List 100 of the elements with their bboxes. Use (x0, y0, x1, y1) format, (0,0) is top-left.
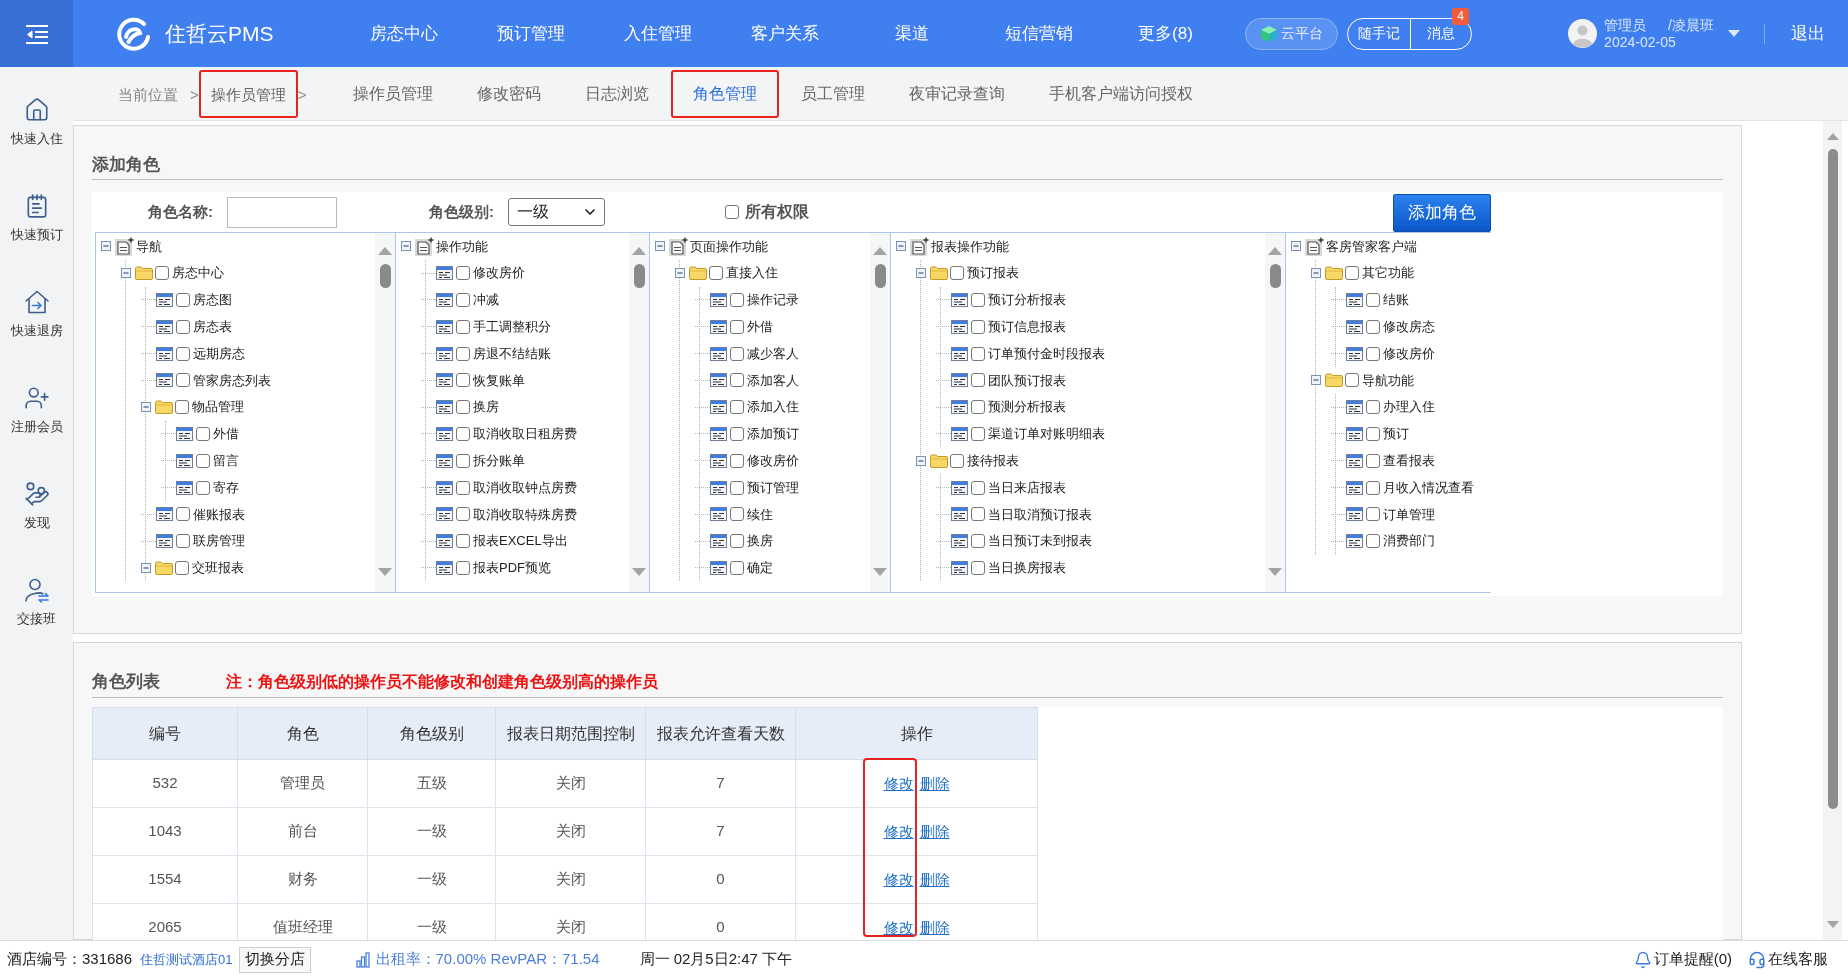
minus-box-icon[interactable] (1311, 375, 1321, 386)
checkbox[interactable] (1345, 373, 1359, 388)
tab[interactable]: 操作员管理 (330, 69, 455, 118)
checkbox[interactable] (176, 319, 190, 334)
scroll-up-arrow-icon[interactable] (873, 247, 887, 255)
checkbox[interactable] (1366, 534, 1380, 549)
checkbox[interactable] (1366, 480, 1380, 495)
tab[interactable]: 夜审记录查询 (886, 69, 1027, 118)
page-scrollbar[interactable] (1823, 121, 1842, 940)
checkbox[interactable] (730, 373, 744, 388)
breadcrumb-item[interactable]: 操作员管理 (198, 69, 298, 118)
checkbox[interactable] (1366, 346, 1380, 361)
minus-box-icon[interactable] (675, 268, 685, 279)
action-link[interactable]: 修改 (883, 772, 914, 795)
tab[interactable]: 手机客户端访问授权 (1026, 69, 1215, 118)
checkbox[interactable] (176, 534, 190, 549)
sidebar-item[interactable]: 快速预订 (0, 171, 73, 267)
logout-button[interactable]: 退出 (1791, 20, 1825, 47)
scroll-up-arrow-icon[interactable] (378, 247, 392, 255)
checkbox[interactable] (196, 426, 210, 441)
checkbox[interactable] (709, 266, 723, 281)
checkbox[interactable] (1366, 319, 1380, 334)
action-link[interactable]: 删除 (919, 868, 950, 891)
nav-item[interactable]: 客户关系 (721, 0, 848, 67)
action-link[interactable]: 删除 (919, 916, 950, 939)
checkbox[interactable] (175, 400, 189, 415)
level-select[interactable]: 一级 (508, 198, 605, 226)
checkbox[interactable] (730, 507, 744, 522)
checkbox[interactable] (1366, 400, 1380, 415)
scrollbar[interactable] (375, 233, 395, 592)
sidebar-item[interactable]: 交接班 (0, 555, 73, 651)
checkbox[interactable] (196, 453, 210, 468)
checkbox[interactable] (971, 426, 985, 441)
minus-box-icon[interactable] (121, 268, 131, 279)
checkbox[interactable] (730, 346, 744, 361)
checkbox[interactable] (730, 319, 744, 334)
sidebar-item[interactable]: 注册会员 (0, 363, 73, 459)
checkbox[interactable] (456, 534, 470, 549)
sidebar-item[interactable]: 快速退房 (0, 267, 73, 363)
checkbox[interactable] (971, 373, 985, 388)
scroll-down-arrow-icon[interactable] (632, 568, 646, 576)
checkbox[interactable] (725, 205, 739, 219)
checkbox[interactable] (950, 453, 964, 468)
scroll-down-arrow-icon[interactable] (1268, 568, 1282, 576)
checkbox[interactable] (730, 480, 744, 495)
checkbox[interactable] (1366, 507, 1380, 522)
checkbox[interactable] (456, 293, 470, 307)
scroll-up-arrow-icon[interactable] (1268, 247, 1282, 255)
scroll-down-arrow-icon[interactable] (873, 568, 887, 576)
scrollbar-thumb[interactable] (379, 264, 391, 288)
checkbox[interactable] (456, 560, 470, 575)
support-button[interactable]: 在线客服 (1748, 948, 1828, 971)
checkbox[interactable] (730, 453, 744, 468)
checkbox[interactable] (196, 480, 210, 495)
checkbox[interactable] (456, 346, 470, 361)
caret-down-icon[interactable] (1728, 30, 1740, 37)
checkbox[interactable] (175, 560, 189, 575)
nav-item[interactable]: 渠道 (848, 0, 975, 67)
order-alerts-button[interactable]: 订单提醒(0) (1633, 948, 1732, 971)
checkbox[interactable] (456, 426, 470, 441)
minus-box-icon[interactable] (101, 241, 111, 252)
scroll-up-arrow-icon[interactable] (632, 247, 646, 255)
minus-box-icon[interactable] (916, 455, 926, 466)
notes-button[interactable]: 随手记 (1348, 18, 1410, 49)
checkbox[interactable] (456, 453, 470, 468)
tab[interactable]: 日志浏览 (562, 69, 671, 118)
checkbox[interactable] (456, 480, 470, 495)
scrollbar[interactable] (629, 233, 649, 592)
tab[interactable]: 修改密码 (454, 69, 563, 118)
minus-box-icon[interactable] (141, 402, 151, 413)
action-link[interactable]: 删除 (919, 820, 950, 843)
sidebar-item[interactable]: 快速入住 (0, 75, 73, 171)
checkbox[interactable] (456, 373, 470, 388)
checkbox[interactable] (456, 266, 470, 281)
checkbox[interactable] (971, 346, 985, 361)
checkbox[interactable] (971, 319, 985, 334)
sidebar-item[interactable]: 发现 (0, 459, 73, 555)
nav-item[interactable]: 预订管理 (467, 0, 594, 67)
checkbox[interactable] (730, 534, 744, 549)
minus-box-icon[interactable] (896, 241, 906, 252)
checkbox[interactable] (1366, 293, 1380, 307)
switch-store-button[interactable]: 切换分店 (238, 946, 311, 973)
role-name-input[interactable] (227, 196, 337, 228)
action-link[interactable]: 修改 (883, 820, 914, 843)
nav-item[interactable]: 更多(8) (1102, 0, 1229, 67)
checkbox[interactable] (971, 534, 985, 549)
scrollbar-thumb[interactable] (874, 264, 886, 288)
minus-box-icon[interactable] (1311, 268, 1321, 279)
checkbox[interactable] (730, 293, 744, 307)
checkbox[interactable] (971, 293, 985, 307)
hotel-name-link[interactable]: 住哲测试酒店01 (140, 949, 233, 970)
checkbox[interactable] (950, 266, 964, 281)
tab[interactable]: 角色管理 (670, 69, 779, 118)
minus-box-icon[interactable] (141, 562, 151, 573)
checkbox[interactable] (155, 266, 169, 281)
checkbox[interactable] (971, 507, 985, 522)
checkbox[interactable] (456, 507, 470, 522)
scrollbar[interactable] (870, 233, 890, 592)
add-role-button[interactable]: 添加角色 (1393, 194, 1491, 232)
menu-button[interactable] (0, 0, 73, 67)
